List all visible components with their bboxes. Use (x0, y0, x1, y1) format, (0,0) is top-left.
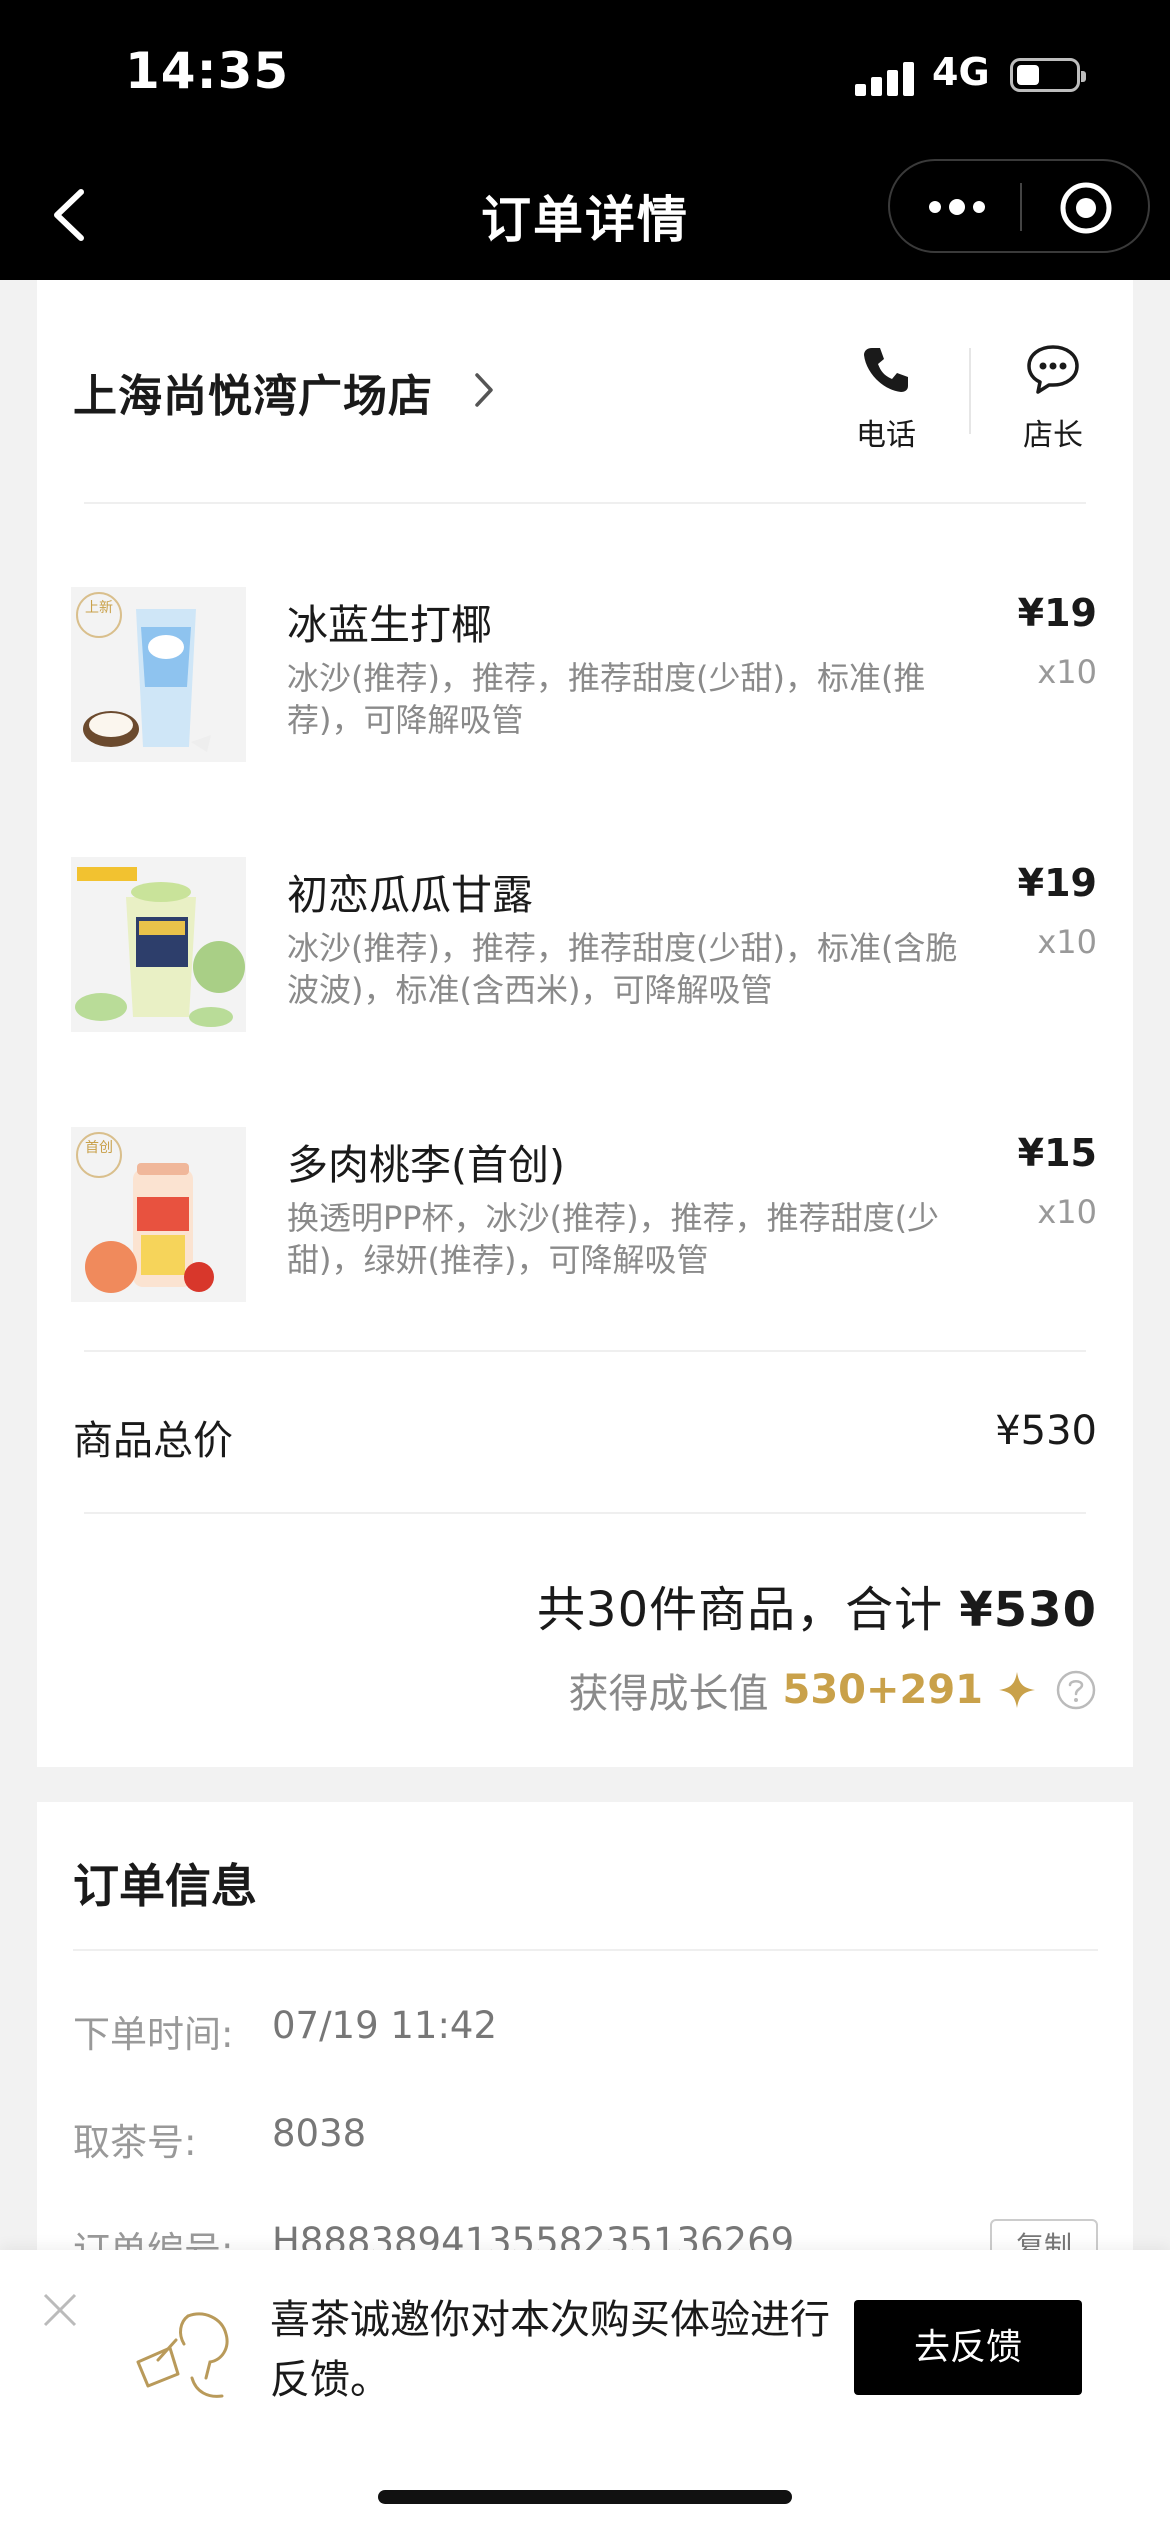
network-label: 4G (932, 50, 990, 94)
item-quantity: x10 (1037, 923, 1097, 961)
home-indicator[interactable] (378, 2490, 792, 2504)
item-price: ¥19 (1017, 861, 1097, 905)
total-amount: ¥530 (959, 1582, 1097, 1638)
store-name[interactable]: 上海尚悦湾广场店 (73, 360, 433, 424)
list-item[interactable]: 初恋瓜瓜甘露 冰沙(推荐)，推荐，推荐甜度(少甜)，标准(含脆波波)，标准(含西… (37, 857, 1133, 1037)
contact-manager-button[interactable]: 店长 (993, 342, 1113, 454)
order-items-card: 上海尚悦湾广场店 电话 店长 上新 冰蓝生打椰 冰沙(推荐)，推荐，推荐甜度(少… (37, 280, 1133, 1767)
list-item[interactable]: 首创 多肉桃李(首创) 换透明PP杯，冰沙(推荐)，推荐，推荐甜度(少甜)，绿妍… (37, 1127, 1133, 1307)
item-name: 多肉桃李(首创) (287, 1141, 565, 1189)
phone-icon (864, 348, 908, 392)
chevron-right-icon[interactable] (469, 365, 499, 415)
help-icon[interactable] (1055, 1669, 1097, 1711)
more-icon[interactable] (925, 187, 989, 227)
sparkle-icon (999, 1672, 1035, 1708)
close-icon[interactable] (40, 2290, 80, 2330)
pickup-number-value: 8038 (272, 2112, 367, 2155)
product-image: 上新 (71, 587, 246, 762)
item-options: 冰沙(推荐)，推荐，推荐甜度(少甜)，标准(含脆波波)，标准(含西米)，可降解吸… (287, 929, 958, 1009)
nav-bar: 订单详情 (0, 150, 1170, 280)
close-miniprogram-icon[interactable] (1058, 180, 1114, 236)
subtotal-value: ¥530 (995, 1408, 1097, 1454)
feedback-button[interactable]: 去反馈 (854, 2300, 1082, 2395)
item-options: 冰沙(推荐)，推荐，推荐甜度(少甜)，标准(推荐)，可降解吸管 (287, 659, 926, 739)
item-count-text: 共30件商品，合计 (537, 1582, 944, 1638)
badge-text: 上新 (85, 600, 113, 616)
status-time: 14:35 (125, 42, 290, 100)
product-image: 首创 (71, 1127, 246, 1302)
subtotal-label: 商品总价 (73, 1418, 233, 1464)
product-image (71, 857, 246, 1032)
order-time-label: 下单时间: (73, 2013, 234, 2056)
item-name: 初恋瓜瓜甘露 (287, 871, 533, 919)
manager-label: 店长 (1023, 418, 1083, 453)
item-name: 冰蓝生打椰 (287, 601, 492, 649)
item-price: ¥15 (1017, 1131, 1097, 1175)
order-info-card: 订单信息 下单时间: 07/19 11:42 取茶号: 8038 订单编号: H… (37, 1802, 1133, 2275)
signal-icon (855, 62, 917, 96)
growth-points: 获得成长值 530+291 (568, 1660, 1097, 1720)
chat-icon (1027, 345, 1079, 394)
growth-label: 获得成长值 (568, 1671, 769, 1717)
item-price: ¥19 (1017, 591, 1097, 635)
item-quantity: x10 (1037, 1193, 1097, 1231)
order-time-value: 07/19 11:42 (272, 2004, 498, 2047)
item-quantity: x10 (1037, 653, 1097, 691)
phone-label: 电话 (856, 418, 916, 453)
battery-icon (1010, 58, 1086, 92)
badge-text: 首创 (85, 1140, 113, 1156)
item-options: 换透明PP杯，冰沙(推荐)，推荐，推荐甜度(少甜)，绿妍(推荐)，可降解吸管 (287, 1199, 940, 1279)
list-item[interactable]: 上新 冰蓝生打椰 冰沙(推荐)，推荐，推荐甜度(少甜)，标准(推荐)，可降解吸管… (37, 587, 1133, 767)
order-info-title: 订单信息 (73, 1859, 257, 1913)
mini-program-capsule (888, 159, 1150, 253)
call-store-button[interactable]: 电话 (826, 342, 946, 454)
pickup-number-label: 取茶号: (73, 2121, 197, 2164)
status-bar: 14:35 4G (0, 0, 1170, 150)
order-total: 共30件商品，合计 ¥530 (537, 1570, 1097, 1640)
drinking-person-icon (136, 2312, 229, 2398)
growth-value: 530+291 (782, 1667, 983, 1713)
feedback-text: 喜茶诚邀你对本次购买体验进行反馈。 (270, 2297, 830, 2403)
